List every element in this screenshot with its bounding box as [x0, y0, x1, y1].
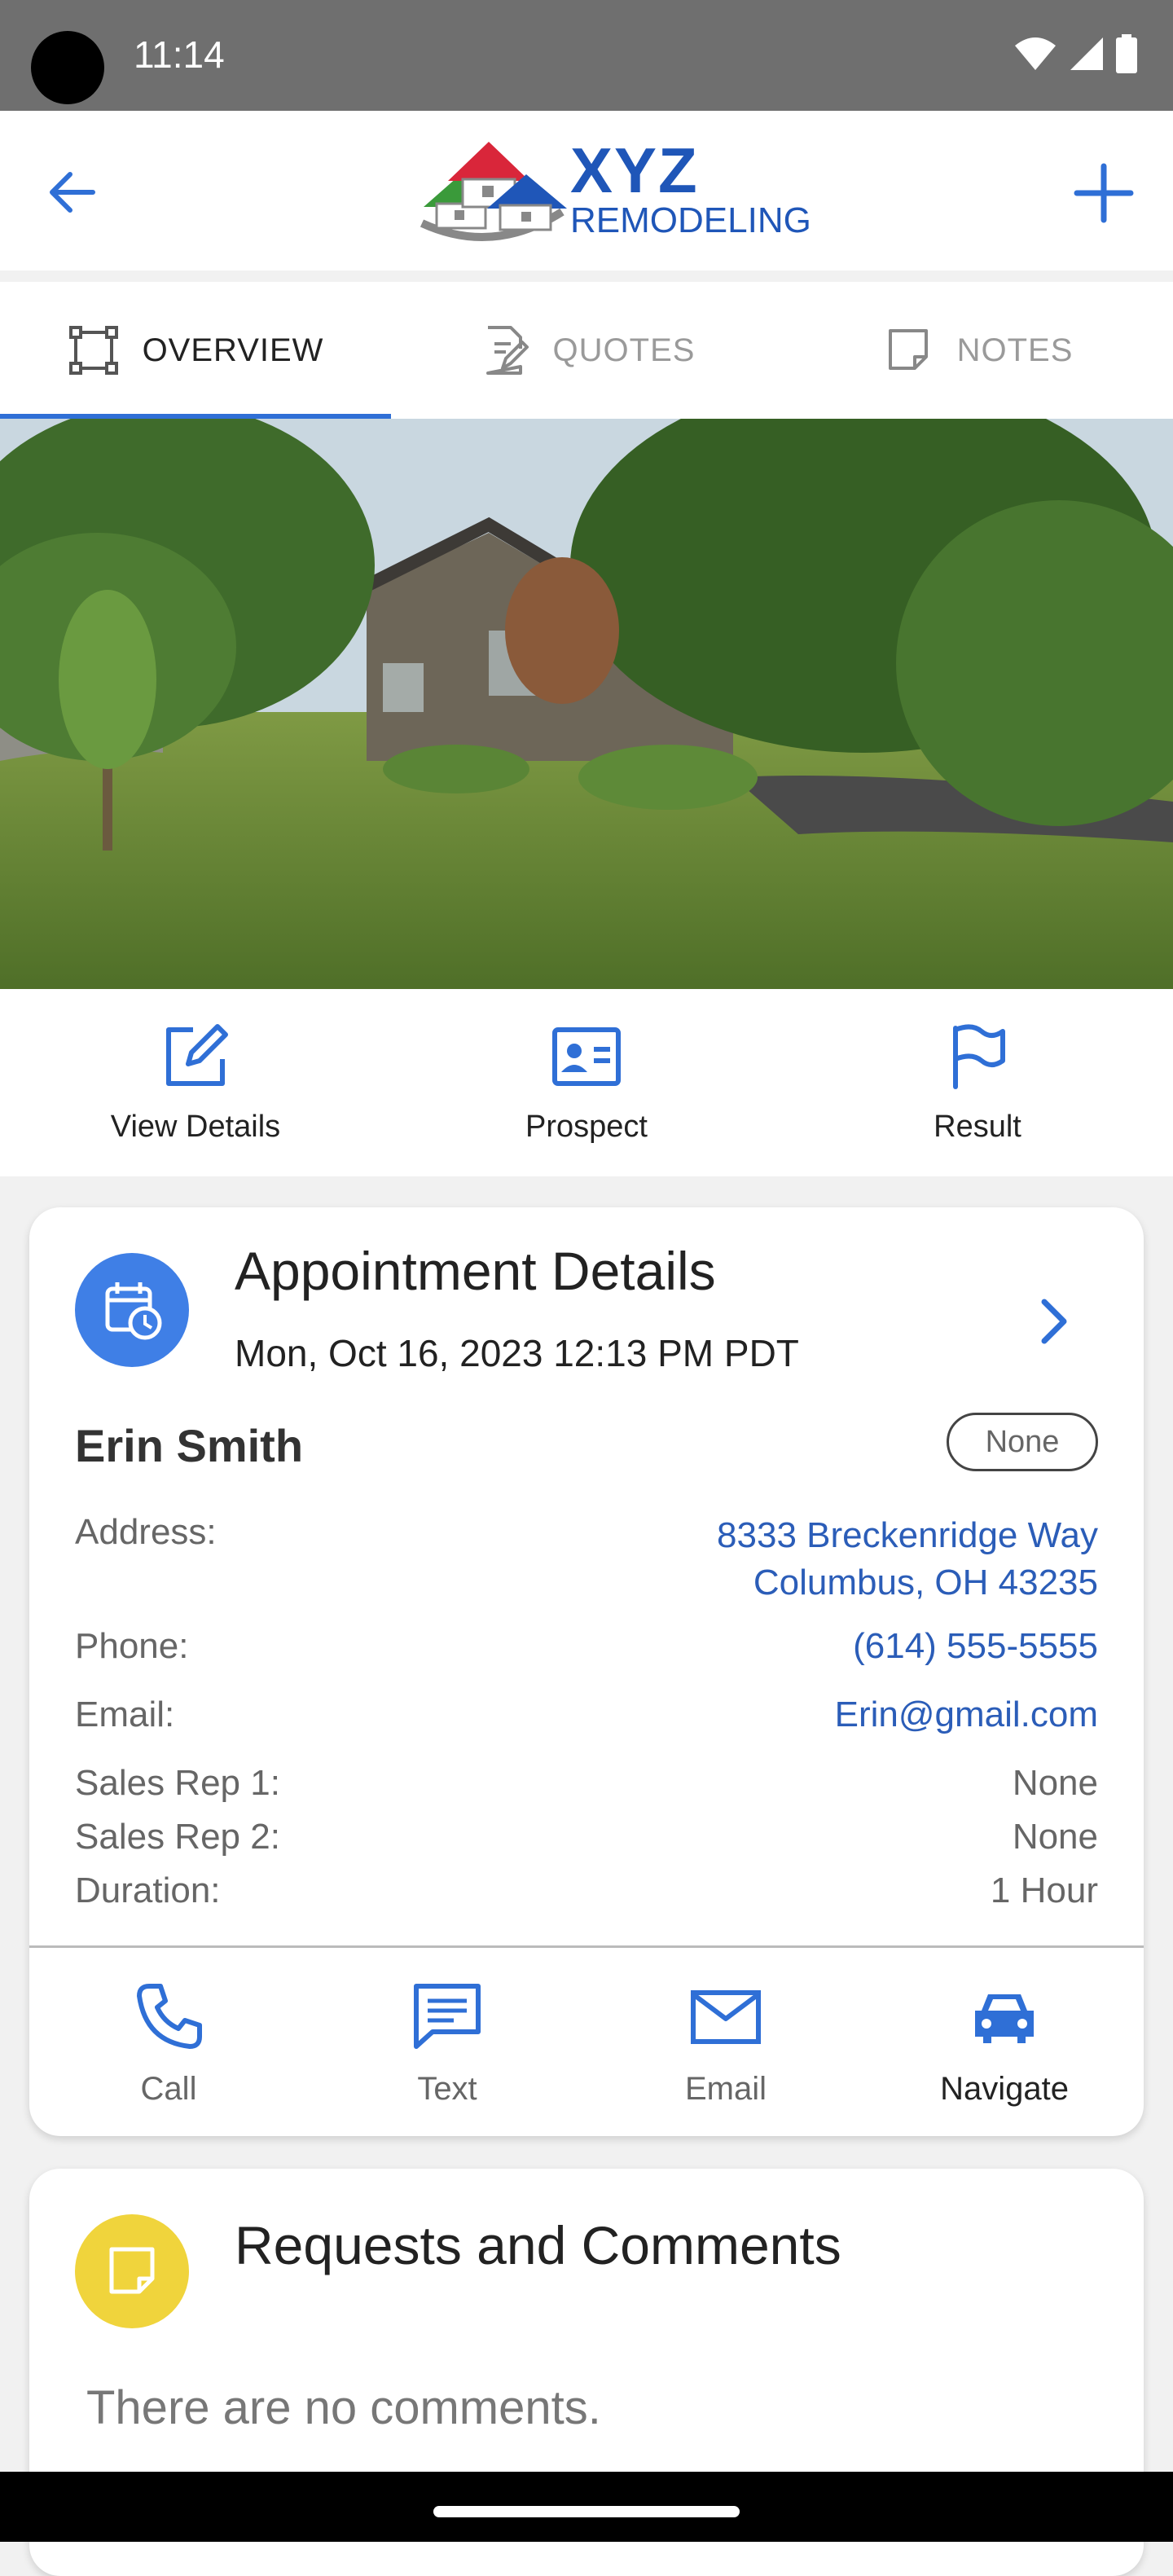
tab-overview[interactable]: OVERVIEW	[0, 282, 391, 419]
home-gesture-handle[interactable]	[433, 2506, 740, 2517]
chevron-right-icon	[1041, 1299, 1067, 1344]
house-photo-image	[0, 419, 1173, 989]
view-details-label: View Details	[110, 1110, 281, 1144]
address-link[interactable]: 8333 Breckenridge Way Columbus, OH 43235	[717, 1512, 1098, 1607]
tab-bar: OVERVIEW QUOTES NOTES	[0, 282, 1173, 419]
requests-title: Requests and Comments	[235, 2215, 841, 2275]
contact-actions-bar: Call Text Email Navigate	[29, 1949, 1144, 2128]
address-label: Address:	[75, 1512, 217, 1552]
phone-link[interactable]: (614) 555-5555	[853, 1626, 1098, 1667]
view-details-button[interactable]: View Details	[0, 989, 391, 1176]
phone-icon	[137, 1984, 202, 2049]
appointment-open-button[interactable]	[1030, 1289, 1079, 1354]
company-logo: XYZ REMODELING	[415, 134, 811, 248]
status-icons	[1013, 34, 1137, 73]
contact-name: Erin Smith	[75, 1420, 304, 1471]
duration-value: 1 Hour	[990, 1870, 1098, 1910]
calendar-clock-icon	[75, 1253, 189, 1367]
crop-frame-icon	[68, 326, 118, 375]
text-button[interactable]: Text	[308, 1949, 586, 2128]
status-bar: 11:14	[0, 0, 1173, 111]
appointment-datetime: Mon, Oct 16, 2023 12:13 PM PDT	[235, 1332, 799, 1374]
note-icon	[75, 2214, 189, 2328]
call-label: Call	[140, 2071, 197, 2107]
sales-rep-2-value: None	[1012, 1817, 1098, 1857]
email-link[interactable]: Erin@gmail.com	[835, 1695, 1098, 1735]
quick-actions-bar: View Details Prospect Result	[0, 989, 1173, 1176]
divider	[29, 1945, 1144, 1948]
plus-icon	[1074, 163, 1134, 223]
logo-text-bottom: REMODELING	[570, 200, 811, 240]
logo-text-top: XYZ	[570, 134, 699, 206]
email-label: Email:	[75, 1695, 175, 1734]
appointment-card: Appointment Details Mon, Oct 16, 2023 12…	[29, 1207, 1144, 2136]
appointment-title: Appointment Details	[235, 1241, 716, 1301]
email-button[interactable]: Email	[586, 1949, 865, 2128]
result-label: Result	[934, 1110, 1021, 1144]
text-label: Text	[417, 2071, 477, 2107]
address-line2: Columbus, OH 43235	[753, 1563, 1098, 1602]
document-edit-icon	[485, 326, 529, 375]
call-button[interactable]: Call	[29, 1949, 308, 2128]
flag-icon	[953, 1024, 1005, 1089]
navigate-label: Navigate	[940, 2071, 1069, 2107]
app-bar: XYZ REMODELING	[0, 111, 1173, 270]
status-time: 11:14	[134, 33, 225, 76]
add-button[interactable]	[1067, 156, 1140, 230]
houses-logo-icon	[420, 142, 567, 242]
tab-quotes[interactable]: QUOTES	[391, 282, 782, 419]
message-icon	[414, 1984, 481, 2049]
back-button[interactable]	[41, 160, 106, 225]
battery-icon	[1116, 34, 1137, 73]
address-line1: 8333 Breckenridge Way	[717, 1515, 1098, 1555]
id-card-icon	[552, 1027, 621, 1086]
tab-label: OVERVIEW	[142, 332, 324, 368]
tab-label: QUOTES	[552, 332, 696, 368]
signal-icon	[1070, 37, 1103, 70]
email-label: Email	[684, 2071, 767, 2107]
edit-icon	[166, 1024, 228, 1086]
prospect-label: Prospect	[525, 1110, 648, 1144]
tab-notes[interactable]: NOTES	[782, 282, 1173, 419]
sales-rep-1-label: Sales Rep 1:	[75, 1763, 280, 1803]
arrow-left-icon	[50, 172, 95, 213]
sales-rep-1-value: None	[1012, 1763, 1098, 1803]
mail-icon	[691, 1990, 761, 2044]
duration-label: Duration:	[75, 1870, 221, 1910]
phone-label: Phone:	[75, 1626, 189, 1666]
note-icon	[888, 329, 928, 370]
result-button[interactable]: Result	[782, 989, 1173, 1176]
car-icon	[975, 1994, 1034, 2043]
system-nav-bar	[0, 2472, 1173, 2542]
empty-comments-text: There are no comments.	[86, 2381, 601, 2434]
prospect-button[interactable]: Prospect	[391, 989, 782, 1176]
camera-cutout	[31, 31, 104, 104]
tab-label: NOTES	[956, 332, 1074, 368]
sales-rep-2-label: Sales Rep 2:	[75, 1817, 280, 1857]
status-badge[interactable]: None	[947, 1413, 1098, 1471]
property-photo	[0, 419, 1173, 989]
navigate-button[interactable]: Navigate	[865, 1949, 1144, 2128]
wifi-icon	[1015, 37, 1056, 70]
